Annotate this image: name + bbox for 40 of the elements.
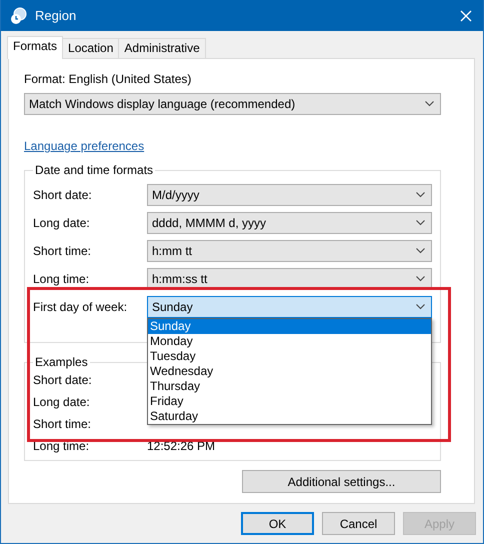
field-label: Short date: — [33, 188, 93, 202]
example-label: Long date: — [33, 395, 91, 409]
additional-settings-button[interactable]: Additional settings... — [242, 470, 441, 493]
example-value: 12:52:26 PM — [147, 439, 216, 453]
list-option[interactable]: Monday — [148, 334, 431, 349]
example-label: Short time: — [33, 417, 92, 431]
list-option[interactable]: Thursday — [148, 379, 431, 394]
format-dropdown[interactable]: dddd, MMMM d, yyyy — [147, 212, 432, 234]
example-label: Short date: — [33, 373, 93, 387]
field-label: Long time: — [33, 272, 90, 286]
globe-icon — [10, 6, 28, 24]
chevron-down-icon — [416, 276, 425, 282]
list-option[interactable]: Wednesday — [148, 364, 431, 379]
field-label: Short time: — [33, 244, 92, 258]
list-option[interactable]: Saturday — [148, 409, 431, 424]
format-dropdown[interactable]: M/d/yyyy — [147, 184, 432, 206]
tab[interactable]: Administrative — [118, 38, 206, 58]
language-preferences-link[interactable]: Language preferences — [24, 139, 144, 153]
chevron-down-icon — [416, 304, 425, 310]
example-label: Long time: — [33, 439, 90, 453]
dialog-button[interactable]: OK — [241, 512, 314, 535]
field-label: First day of week: — [33, 300, 128, 314]
tab[interactable]: Formats — [7, 36, 64, 59]
dialog-button[interactable]: Cancel — [322, 512, 395, 535]
group-title: Date and time formats — [34, 163, 154, 177]
list-option[interactable]: Friday — [148, 394, 431, 409]
list-option[interactable]: Tuesday — [148, 349, 431, 364]
chevron-down-icon — [416, 220, 425, 226]
format-label: Format: English (United States) — [24, 72, 192, 88]
field-label: Long date: — [33, 216, 91, 230]
format-dropdown[interactable]: h:mm tt — [147, 240, 432, 262]
format-dropdown[interactable]: Match Windows display language (recommended) — [24, 93, 441, 115]
chevron-down-icon — [416, 248, 425, 254]
list-option[interactable]: Sunday — [148, 319, 431, 334]
group-title: Examples — [34, 355, 89, 369]
chevron-down-icon — [425, 101, 434, 107]
chevron-down-icon — [416, 192, 425, 198]
window-title: Region — [35, 8, 78, 23]
first-day-dropdown[interactable]: Sunday — [147, 296, 432, 318]
close-icon[interactable] — [460, 10, 472, 22]
